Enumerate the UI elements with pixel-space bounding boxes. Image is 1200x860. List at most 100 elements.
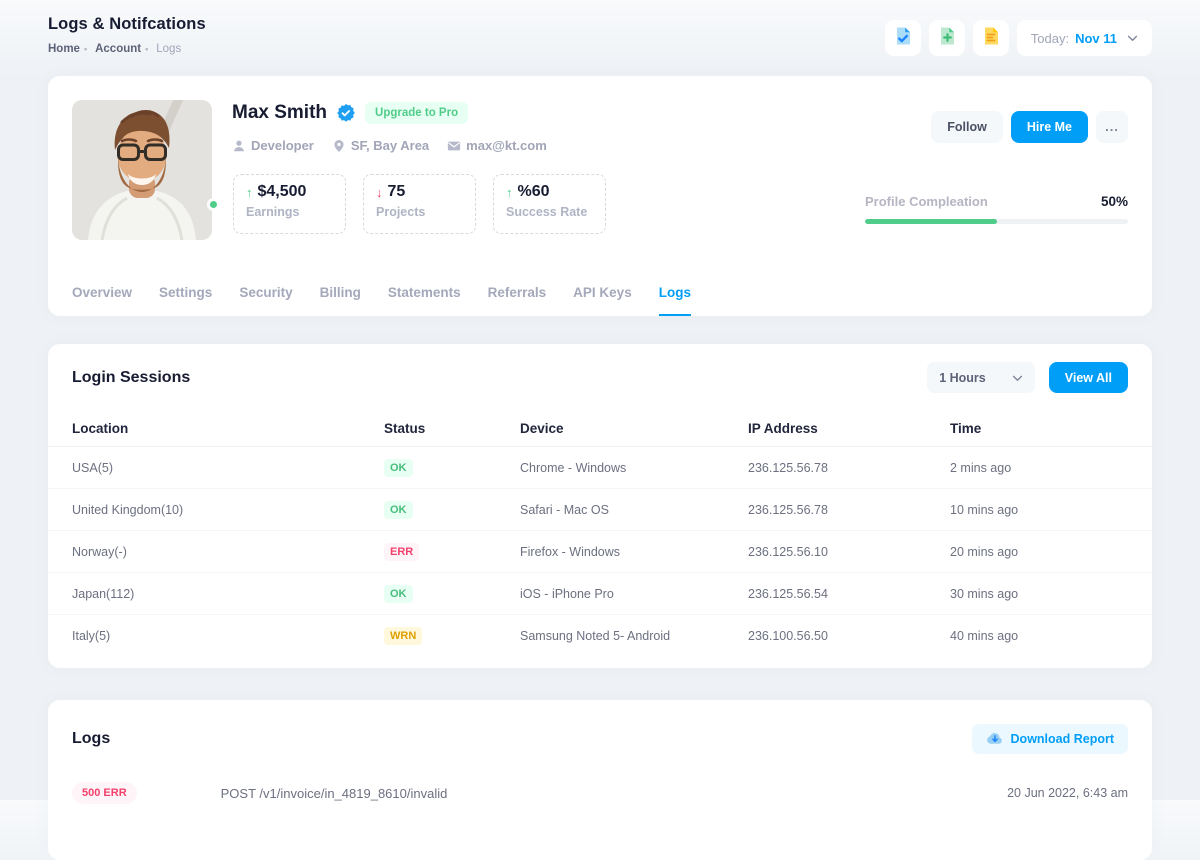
hours-filter-select[interactable]: 1 Hours (927, 362, 1035, 393)
session-device: iOS - iPhone Pro (520, 587, 748, 601)
breadcrumb-logs: Logs (156, 43, 181, 55)
file-check-button[interactable] (885, 20, 921, 56)
profile-name-row: Max Smith Upgrade to Pro (232, 102, 468, 124)
session-ip: 236.125.56.54 (748, 587, 950, 601)
file-check-icon (893, 26, 913, 51)
profile-completion-value: 50% (1101, 194, 1128, 209)
table-row: Italy(5) WRN Samsung Noted 5- Android 23… (48, 615, 1152, 657)
log-path: POST /v1/invoice/in_4819_8610/invalid (221, 786, 448, 801)
log-status-badge: 500 ERR (72, 782, 137, 804)
tab-referrals[interactable]: Referrals (488, 285, 547, 316)
session-device: Samsung Noted 5- Android (520, 629, 748, 643)
profile-card: Max Smith Upgrade to Pro Developer SF, B… (48, 76, 1152, 316)
table-row: USA(5) OK Chrome - Windows 236.125.56.78… (48, 447, 1152, 489)
session-device: Safari - Mac OS (520, 503, 748, 517)
download-report-button[interactable]: Download Report (972, 724, 1128, 754)
upgrade-to-pro-badge[interactable]: Upgrade to Pro (365, 102, 468, 124)
tab-overview[interactable]: Overview (72, 285, 132, 316)
trend-down-icon (376, 185, 383, 200)
status-badge: OK (384, 459, 413, 477)
follow-button[interactable]: Follow (931, 111, 1003, 143)
status-badge: OK (384, 585, 413, 603)
profile-email[interactable]: max@kt.com (447, 138, 547, 153)
trend-up-icon (246, 185, 253, 200)
profile-meta-row: Developer SF, Bay Area max@kt.com (232, 138, 547, 153)
profile-location[interactable]: SF, Bay Area (332, 138, 429, 153)
session-device: Firefox - Windows (520, 545, 748, 559)
stat-projects-label: Projects (376, 205, 463, 219)
hire-me-button[interactable]: Hire Me (1011, 111, 1088, 143)
session-device: Chrome - Windows (520, 461, 748, 475)
profile-role[interactable]: Developer (232, 138, 314, 153)
trend-up-icon (506, 185, 513, 200)
progress-bar-fill (865, 219, 997, 224)
chevron-down-icon (1127, 35, 1138, 42)
breadcrumb-separator: • (84, 44, 87, 54)
session-time: 10 mins ago (950, 503, 1128, 517)
profile-tabs: Overview Settings Security Billing State… (72, 285, 691, 316)
location-pin-icon (332, 139, 346, 153)
online-status-dot (207, 198, 220, 211)
stat-success-rate-label: Success Rate (506, 205, 593, 219)
logs-title: Logs (72, 730, 110, 748)
breadcrumb-account[interactable]: Account (95, 43, 141, 55)
table-header-row: Location Status Device IP Address Time (48, 410, 1152, 447)
status-badge: ERR (384, 543, 419, 561)
tab-api-keys[interactable]: API Keys (573, 285, 632, 316)
login-sessions-card: Login Sessions 1 Hours View All Location… (48, 344, 1152, 668)
date-value: Nov 11 (1075, 31, 1117, 46)
session-location: USA(5) (72, 461, 384, 475)
table-row: Japan(112) OK iOS - iPhone Pro 236.125.5… (48, 573, 1152, 615)
view-all-button[interactable]: View All (1049, 362, 1128, 393)
tab-logs[interactable]: Logs (659, 285, 691, 316)
tab-settings[interactable]: Settings (159, 285, 212, 316)
stat-earnings: $4,500 Earnings (233, 174, 346, 234)
session-time: 40 mins ago (950, 629, 1128, 643)
status-badge: OK (384, 501, 413, 519)
tab-billing[interactable]: Billing (320, 285, 361, 316)
logs-card: Logs Download Report 500 ERR POST /v1/in… (48, 700, 1152, 860)
toolbar: Today: Nov 11 (885, 20, 1152, 56)
date-label: Today: (1031, 31, 1069, 46)
session-time: 2 mins ago (950, 461, 1128, 475)
email-icon (447, 139, 461, 153)
file-lines-button[interactable] (973, 20, 1009, 56)
session-location: United Kingdom(10) (72, 503, 384, 517)
session-time: 20 mins ago (950, 545, 1128, 559)
table-row: Norway(-) ERR Firefox - Windows 236.125.… (48, 531, 1152, 573)
session-ip: 236.125.56.78 (748, 461, 950, 475)
profile-name[interactable]: Max Smith (232, 102, 327, 124)
breadcrumb: Home • Account • Logs (48, 43, 206, 55)
stat-projects: 75 Projects (363, 174, 476, 234)
profile-role-label: Developer (251, 138, 314, 153)
table-row: United Kingdom(10) OK Safari - Mac OS 23… (48, 489, 1152, 531)
progress-bar (865, 219, 1128, 224)
column-device: Device (520, 421, 748, 436)
more-options-button[interactable]: ... (1096, 111, 1128, 143)
download-report-label: Download Report (1011, 732, 1114, 746)
file-plus-button[interactable] (929, 20, 965, 56)
profile-email-label: max@kt.com (466, 138, 547, 153)
page-header: Logs & Notifcations Home • Account • Log… (48, 15, 206, 55)
login-sessions-table: Location Status Device IP Address Time U… (48, 410, 1152, 657)
status-badge: WRN (384, 627, 422, 645)
stat-success-rate: %60 Success Rate (493, 174, 606, 234)
tab-security[interactable]: Security (239, 285, 292, 316)
file-lines-icon (981, 26, 1001, 51)
cloud-download-icon (986, 731, 1004, 748)
profile-completion: Profile Compleation 50% (865, 194, 1128, 224)
stat-earnings-value: $4,500 (258, 183, 307, 201)
tab-statements[interactable]: Statements (388, 285, 461, 316)
session-time: 30 mins ago (950, 587, 1128, 601)
session-ip: 236.125.56.78 (748, 503, 950, 517)
date-picker[interactable]: Today: Nov 11 (1017, 20, 1152, 56)
session-location: Italy(5) (72, 629, 384, 643)
profile-stats: $4,500 Earnings 75 Projects %60 Success … (233, 174, 606, 234)
chevron-down-icon (1012, 371, 1023, 385)
breadcrumb-home[interactable]: Home (48, 43, 80, 55)
verified-seal-icon (336, 103, 356, 123)
breadcrumb-separator: • (145, 44, 148, 54)
stat-success-rate-value: %60 (518, 183, 550, 201)
profile-completion-label: Profile Compleation (865, 194, 988, 209)
session-ip: 236.125.56.10 (748, 545, 950, 559)
